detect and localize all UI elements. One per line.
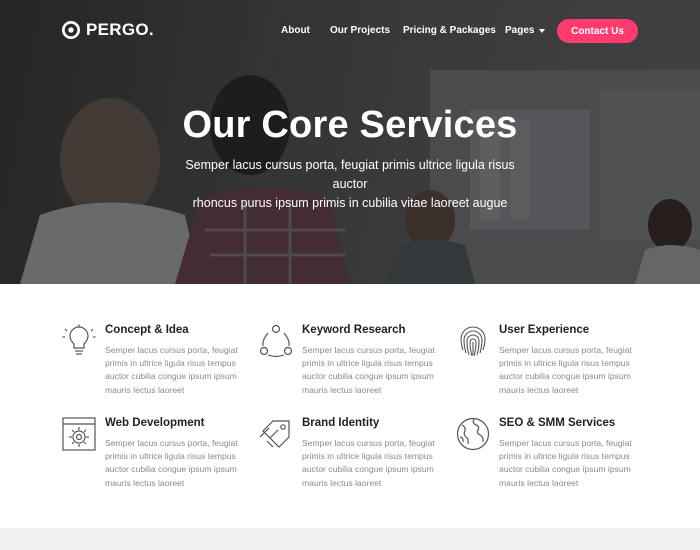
brand-name: PERGO. [86, 20, 154, 39]
nav-link-about[interactable]: About [281, 25, 310, 36]
hero-title: Our Core Services [182, 104, 518, 146]
contact-us-button[interactable]: Contact Us [557, 19, 638, 43]
service-title: Brand Identity [302, 417, 380, 429]
fingerprint-icon [460, 326, 486, 357]
service-title: Keyword Research [302, 324, 406, 336]
globe-icon [456, 417, 490, 451]
service-description: Semper lacus cursus porta, feugiat primi… [105, 345, 238, 395]
gear-window-icon [62, 417, 96, 451]
service-title: Concept & Idea [105, 324, 189, 336]
hero-subtitle: Semper lacus cursus porta, feugiat primi… [170, 156, 530, 213]
top-navigation: PERGO. About Our Projects Pricing & Pack… [0, 0, 700, 62]
service-description: Semper lacus cursus porta, feugiat primi… [499, 438, 632, 488]
hero-section: PERGO. About Our Projects Pricing & Pack… [0, 0, 700, 284]
service-title: User Experience [499, 324, 590, 336]
service-title: SEO & SMM Services [499, 417, 616, 429]
service-description: Semper lacus cursus porta, feugiat primi… [105, 438, 238, 488]
service-description: Semper lacus cursus porta, feugiat primi… [302, 438, 435, 488]
brand-logo[interactable]: PERGO. [62, 20, 154, 40]
services-section: Concept & Idea Semper lacus cursus porta… [0, 284, 700, 528]
nav-link-pages[interactable]: Pages [505, 25, 546, 36]
nav-link-our-projects[interactable]: Our Projects [330, 25, 390, 36]
tag-icon [259, 420, 290, 448]
service-title: Web Development [105, 417, 205, 429]
chevron-down-icon [539, 28, 546, 33]
logo-icon [62, 21, 80, 39]
service-description: Semper lacus cursus porta, feugiat primi… [302, 345, 435, 395]
hero-subtitle-line-2: rhoncus purus ipsum primis in cubilia vi… [192, 196, 508, 210]
network-icon [259, 324, 293, 358]
service-description: Semper lacus cursus porta, feugiat primi… [499, 345, 632, 395]
hero-subtitle-line-1: Semper lacus cursus porta, feugiat primi… [185, 158, 515, 191]
next-section-strip [0, 528, 700, 550]
nav-link-pricing-packages[interactable]: Pricing & Packages [403, 25, 496, 36]
nav-link-pages-label: Pages [505, 25, 535, 36]
lightbulb-icon [62, 324, 96, 355]
